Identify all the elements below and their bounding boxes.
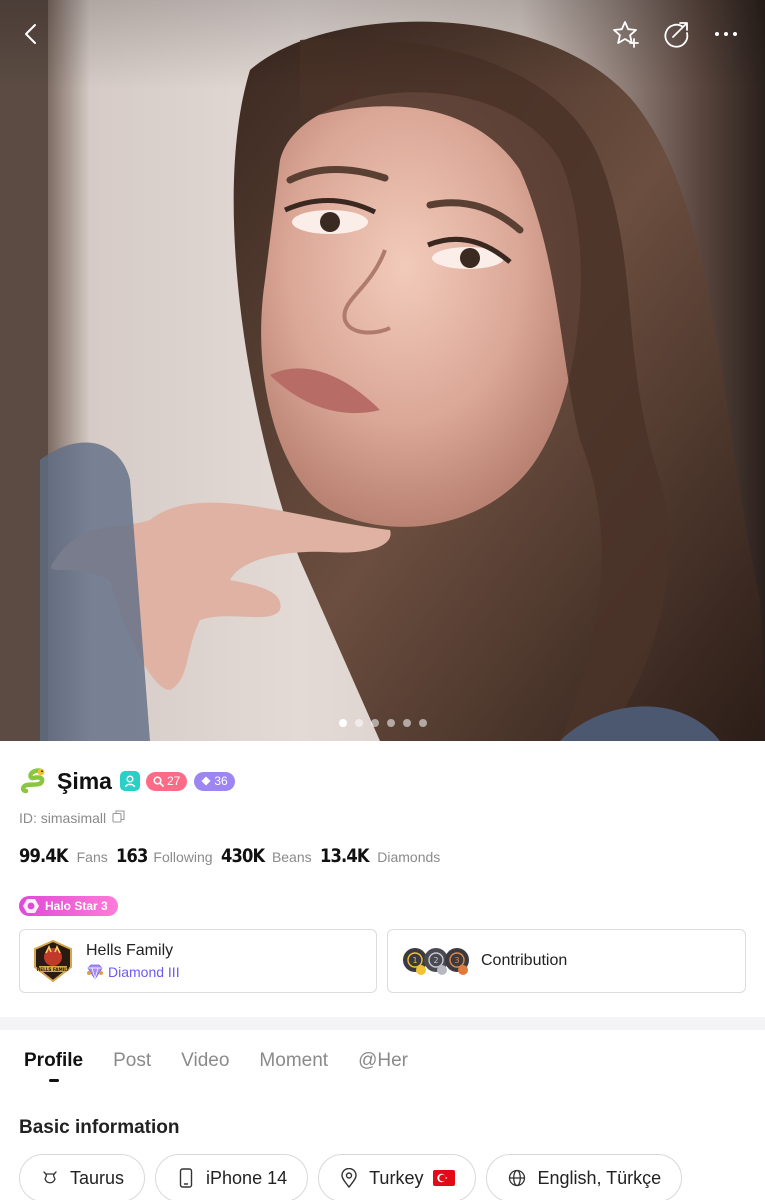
diamonds-count: 13.4K — [319, 845, 370, 867]
profile-photo-carousel[interactable] — [0, 0, 765, 741]
charm-level-value: 36 — [214, 774, 228, 788]
diamond-rank-icon — [87, 964, 103, 980]
family-info: Hells Family Diamond III — [86, 942, 180, 980]
location-tag: Turkey — [318, 1154, 477, 1200]
family-name: Hells Family — [86, 942, 174, 959]
basic-info-title: Basic information — [19, 1117, 180, 1138]
beans-count: 430K — [220, 845, 265, 867]
favorite-button[interactable] — [606, 14, 646, 54]
svg-text:3: 3 — [454, 956, 459, 965]
search-icon — [153, 775, 164, 787]
pager-dot — [338, 719, 347, 727]
halo-star-badge[interactable]: Halo Star 3 — [19, 896, 118, 916]
verified-badge — [119, 771, 140, 791]
device-label: iPhone 14 — [206, 1167, 288, 1188]
copy-icon — [112, 810, 125, 823]
profile-tabs: Profile Post Video Moment @Her — [24, 1050, 408, 1072]
globe-icon — [507, 1168, 527, 1188]
profile-name-row: Şima 27 36 — [19, 764, 242, 798]
fans-label[interactable]: Fans — [77, 849, 108, 865]
charm-level-badge: 36 — [194, 771, 235, 791]
tab-profile[interactable]: Profile — [24, 1050, 83, 1072]
pager-dot — [418, 719, 427, 727]
pager-dot — [354, 719, 363, 727]
wealth-level-badge: 27 — [145, 771, 188, 791]
contribution-medals-icon: 1 2 3 — [403, 948, 469, 975]
pager-dot — [402, 719, 411, 727]
profile-name: Şima — [57, 767, 112, 794]
turkey-flag-icon — [433, 1170, 456, 1186]
stats-row: 99.4K Fans 163 Following 430K Beans 13.4… — [19, 845, 448, 867]
beans-label: Beans — [271, 849, 312, 865]
snake-icon — [19, 766, 49, 796]
contribution-label: Contribution — [481, 952, 568, 969]
tab-moment[interactable]: Moment — [259, 1050, 328, 1072]
pager-dot — [386, 719, 395, 727]
svg-text:1: 1 — [412, 956, 417, 965]
halo-star-label: Halo Star 3 — [45, 899, 108, 913]
family-rank: Diamond III — [86, 964, 180, 980]
more-button[interactable] — [706, 14, 746, 54]
svg-text:2: 2 — [433, 956, 438, 965]
fans-count: 99.4K — [19, 845, 69, 867]
user-id-row: ID: simasimall — [19, 810, 125, 826]
zodiac-icon — [40, 1168, 60, 1188]
following-label[interactable]: Following — [153, 849, 212, 865]
location-label: Turkey — [369, 1167, 424, 1188]
contribution-card[interactable]: 1 2 3 Contribution — [387, 929, 746, 993]
location-pin-icon — [339, 1168, 359, 1188]
photo-pager — [0, 719, 765, 727]
svg-text:HELLS FAMILY: HELLS FAMILY — [37, 967, 71, 972]
zodiac-tag: Taurus — [19, 1154, 146, 1200]
wealth-level-value: 27 — [166, 774, 181, 788]
language-label: English, Türkçe — [537, 1167, 662, 1188]
zodiac-label: Taurus — [70, 1167, 125, 1188]
tab-post[interactable]: Post — [113, 1050, 151, 1072]
language-tag: English, Türkçe — [486, 1154, 683, 1200]
diamond-icon — [201, 776, 211, 786]
phone-icon — [176, 1168, 196, 1188]
device-tag: iPhone 14 — [155, 1154, 309, 1200]
tab-mentions[interactable]: @Her — [358, 1050, 408, 1072]
tab-video[interactable]: Video — [181, 1050, 229, 1072]
more-dots-icon — [715, 32, 737, 36]
user-id-text: ID: simasimall — [19, 810, 107, 826]
share-button[interactable] — [656, 14, 696, 54]
family-logo: HELLS FAMILY — [34, 940, 72, 982]
profile-photo — [0, 0, 765, 741]
chevron-left-icon — [25, 24, 36, 44]
basic-info-tags: Taurus iPhone 14 Turkey English, Türkçe — [19, 1154, 683, 1200]
pager-dot — [370, 719, 379, 727]
share-edit-icon — [664, 22, 689, 48]
copy-id-button[interactable] — [112, 810, 125, 826]
family-card[interactable]: HELLS FAMILY Hells Family Diamond III — [19, 929, 377, 993]
diamonds-label: Diamonds — [377, 849, 441, 865]
person-icon — [124, 775, 136, 788]
section-divider — [0, 1017, 765, 1030]
back-button[interactable] — [12, 14, 52, 54]
family-rank-label: Diamond III — [108, 964, 180, 980]
following-count: 163 — [115, 845, 148, 867]
active-tab-indicator — [49, 1079, 59, 1082]
halo-icon — [22, 898, 40, 914]
star-plus-icon — [613, 21, 639, 48]
